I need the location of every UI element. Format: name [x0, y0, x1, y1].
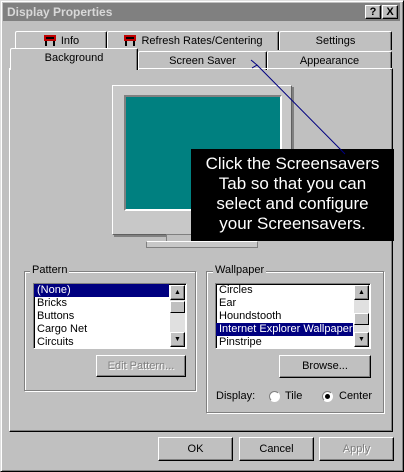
callout-arrow	[250, 59, 346, 155]
